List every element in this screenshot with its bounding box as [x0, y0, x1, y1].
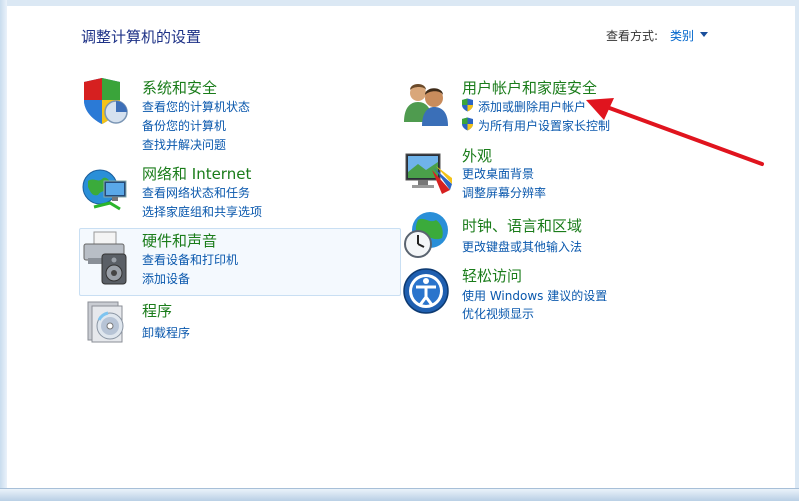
programs-disc-icon[interactable]	[82, 298, 130, 346]
page-title: 调整计算机的设置	[81, 28, 202, 46]
chevron-down-icon[interactable]	[700, 32, 708, 37]
window-frame-bottom	[0, 488, 799, 501]
category-title-clock-language[interactable]: 时钟、语言和区域	[462, 215, 582, 236]
view-by-dropdown[interactable]: 类别	[670, 27, 694, 44]
link-change-background[interactable]: 更改桌面背景	[462, 165, 534, 182]
security-shield-icon[interactable]	[80, 76, 130, 128]
link-backup-computer[interactable]: 备份您的计算机	[142, 117, 226, 134]
category-title-system-security[interactable]: 系统和安全	[142, 77, 217, 98]
window-frame-top	[0, 0, 799, 6]
link-devices-printers[interactable]: 查看设备和打印机	[142, 251, 238, 268]
uac-shield-icon	[462, 117, 473, 131]
link-homegroup-sharing[interactable]: 选择家庭组和共享选项	[142, 203, 262, 220]
category-title-ease-of-access[interactable]: 轻松访问	[462, 265, 522, 286]
category-title-appearance[interactable]: 外观	[462, 145, 492, 166]
network-globe-icon[interactable]	[80, 163, 132, 215]
red-annotation-arrow-icon	[586, 98, 764, 166]
window-frame-right	[795, 0, 799, 501]
category-title-programs[interactable]: 程序	[142, 300, 172, 321]
link-add-device[interactable]: 添加设备	[142, 270, 190, 287]
printer-speaker-icon[interactable]	[80, 230, 132, 286]
link-screen-resolution[interactable]: 调整屏幕分辨率	[462, 184, 546, 201]
link-uninstall-program[interactable]: 卸载程序	[142, 324, 190, 341]
category-title-hardware[interactable]: 硬件和声音	[142, 230, 217, 251]
category-title-network[interactable]: 网络和 Internet	[142, 163, 251, 184]
category-title-user-accounts[interactable]: 用户帐户和家庭安全	[462, 77, 597, 98]
link-troubleshoot[interactable]: 查找并解决问题	[142, 136, 226, 153]
link-optimize-display[interactable]: 优化视频显示	[462, 305, 534, 322]
view-by-label: 查看方式:	[606, 29, 659, 43]
window-frame-left	[0, 0, 7, 501]
link-network-status[interactable]: 查看网络状态和任务	[142, 184, 250, 201]
link-view-computer-status[interactable]: 查看您的计算机状态	[142, 98, 250, 115]
clock-globe-icon[interactable]	[402, 210, 452, 260]
link-add-remove-user-accounts[interactable]: 添加或删除用户帐户	[478, 98, 586, 115]
users-icon[interactable]	[402, 78, 452, 128]
uac-shield-icon	[462, 98, 473, 112]
appearance-monitor-icon[interactable]	[402, 150, 454, 196]
link-windows-recommended-settings[interactable]: 使用 Windows 建议的设置	[462, 287, 607, 304]
link-keyboard-input[interactable]: 更改键盘或其他输入法	[462, 238, 582, 255]
ease-of-access-icon[interactable]	[402, 267, 450, 315]
